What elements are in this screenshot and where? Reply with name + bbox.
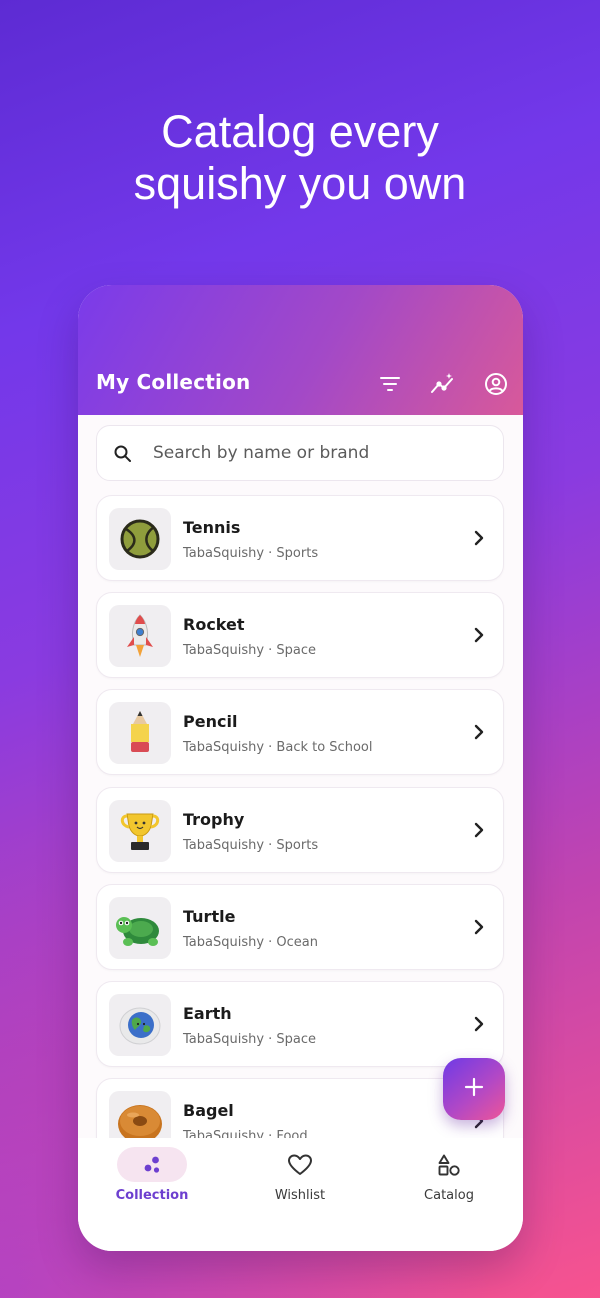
- item-subtitle: TabaSquishy · Space: [183, 643, 317, 658]
- bagel-thumbnail: [109, 1091, 171, 1138]
- nav-label: Collection: [115, 1188, 189, 1203]
- headline-line-1: Catalog every: [161, 106, 439, 157]
- phone-frame: My Collection Search by name or brand Te…: [78, 285, 523, 1251]
- turtle-thumbnail: [109, 897, 171, 959]
- item-name: Turtle: [183, 907, 236, 926]
- marketing-headline: Catalog every squishy you own: [0, 106, 600, 210]
- list-item[interactable]: Turtle TabaSquishy · Ocean: [96, 884, 504, 970]
- trending-icon[interactable]: [430, 371, 456, 397]
- collection-icon: [117, 1147, 187, 1182]
- list-item[interactable]: Earth TabaSquishy · Space: [96, 981, 504, 1067]
- nav-wishlist[interactable]: Wishlist: [226, 1138, 374, 1251]
- page-title: My Collection: [96, 370, 251, 394]
- item-subtitle: TabaSquishy · Sports: [183, 838, 319, 853]
- filter-icon[interactable]: [377, 371, 403, 397]
- item-subtitle: TabaSquishy · Sports: [183, 546, 319, 561]
- add-squishy-button[interactable]: [443, 1058, 505, 1120]
- account-icon[interactable]: [483, 371, 509, 397]
- chevron-right-icon: [473, 723, 485, 745]
- list-item[interactable]: Trophy TabaSquishy · Sports: [96, 787, 504, 873]
- chevron-right-icon: [473, 626, 485, 648]
- nav-label: Catalog: [424, 1188, 474, 1203]
- item-subtitle: TabaSquishy · Back to School: [183, 740, 373, 755]
- item-name: Tennis: [183, 518, 241, 537]
- item-subtitle: TabaSquishy · Food: [183, 1129, 308, 1138]
- chevron-right-icon: [473, 1015, 485, 1037]
- pencil-thumbnail: [109, 702, 171, 764]
- heart-icon: [265, 1147, 335, 1182]
- nav-catalog[interactable]: Catalog: [375, 1138, 523, 1251]
- headline-line-2: squishy you own: [133, 158, 467, 209]
- item-name: Rocket: [183, 615, 245, 634]
- search-bar[interactable]: [96, 425, 504, 481]
- list-item[interactable]: Pencil TabaSquishy · Back to School: [96, 689, 504, 775]
- shapes-icon: [414, 1147, 484, 1182]
- item-subtitle: TabaSquishy · Ocean: [183, 935, 319, 950]
- tennis-ball-thumbnail: [109, 508, 171, 570]
- trophy-thumbnail: [109, 800, 171, 862]
- list-item[interactable]: Rocket TabaSquishy · Space: [96, 592, 504, 678]
- item-name: Trophy: [183, 810, 245, 829]
- app-bar: My Collection: [78, 285, 523, 415]
- search-input[interactable]: [153, 426, 483, 480]
- collection-list: Tennis TabaSquishy · Sports Rocket TabaS…: [78, 493, 523, 1138]
- bottom-navigation: Collection Wishlist Catalog: [78, 1138, 523, 1251]
- list-item[interactable]: Tennis TabaSquishy · Sports: [96, 495, 504, 581]
- item-subtitle: TabaSquishy · Space: [183, 1032, 317, 1047]
- plus-icon: [464, 1077, 484, 1101]
- earth-thumbnail: [109, 994, 171, 1056]
- nav-label: Wishlist: [274, 1188, 326, 1203]
- search-icon: [113, 444, 133, 468]
- nav-collection[interactable]: Collection: [78, 1138, 226, 1251]
- rocket-thumbnail: [109, 605, 171, 667]
- item-name: Bagel: [183, 1101, 234, 1120]
- item-name: Pencil: [183, 712, 238, 731]
- item-name: Earth: [183, 1004, 232, 1023]
- chevron-right-icon: [473, 821, 485, 843]
- chevron-right-icon: [473, 918, 485, 940]
- chevron-right-icon: [473, 529, 485, 551]
